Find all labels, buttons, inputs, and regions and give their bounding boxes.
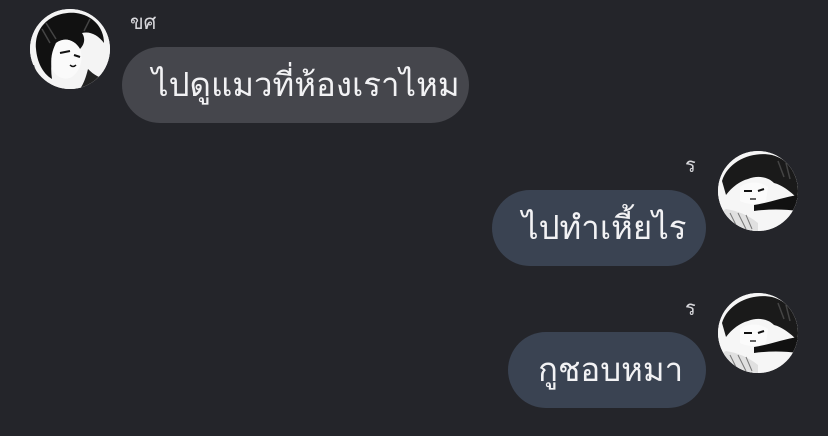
sender-name: ร [685,296,696,320]
manga-girl-avatar-icon[interactable] [718,151,798,231]
message-bubble[interactable]: ไปดูแมวที่ห้องเราไหม [122,47,469,123]
chat-thread: ขศ ไปดูแมวที่ห้องเราไหม ร ไปทำเหี้ยไร ร … [0,0,828,436]
manga-boy-avatar-icon[interactable] [30,9,110,89]
sender-name: ขศ [130,10,157,34]
message-bubble[interactable]: ไปทำเหี้ยไร [492,190,706,266]
sender-name: ร [685,153,696,177]
manga-girl-avatar-icon[interactable] [718,293,798,373]
message-bubble[interactable]: กูชอบหมา [508,332,706,408]
